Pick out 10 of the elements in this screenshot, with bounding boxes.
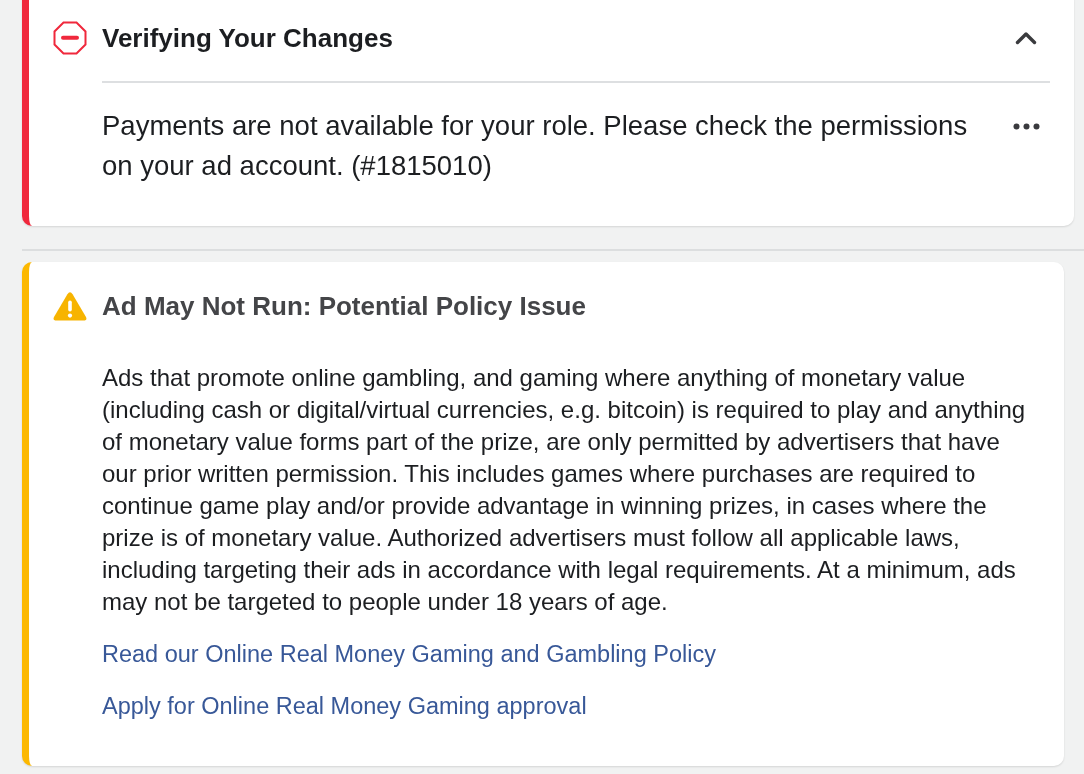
help-link[interactable]: Read our Online Real Money Gaming and Gambling Policy xyxy=(102,638,716,670)
warning-icon xyxy=(53,291,87,321)
alert-message: Payments are not available for your role. Please check the permissions on your ad account. (#1815010) xyxy=(102,109,969,183)
alert-title: Verifying Your Changes xyxy=(102,22,394,55)
alert-message: Ads that promote online gambling, and gaming where anything of monetary value (including cash or digital/virtual currencies, e.g. bitcoin) is required to play and anything of monetary value forms part of the prize, are only permitted by advertisers that have our prior written permission. This includes games where purchases are required to continue game play and/or provide advantage in winning prizes, in cases where the prize is of monetary value. Authorized advertisers must follow all applicable laws, including targeting their ads in accordance with legal requirements. At a minimum, ads may not be targeted to people under 18 years of age. xyxy=(102,363,1027,617)
ellipsis-icon xyxy=(1012,122,1040,130)
stop-sign-icon xyxy=(53,21,87,55)
chevron-up-icon xyxy=(1015,31,1037,45)
help-link[interactable]: Apply for Online Real Money Gaming approval xyxy=(102,690,587,722)
alert-title: Ad May Not Run: Potential Policy Issue xyxy=(102,290,587,323)
